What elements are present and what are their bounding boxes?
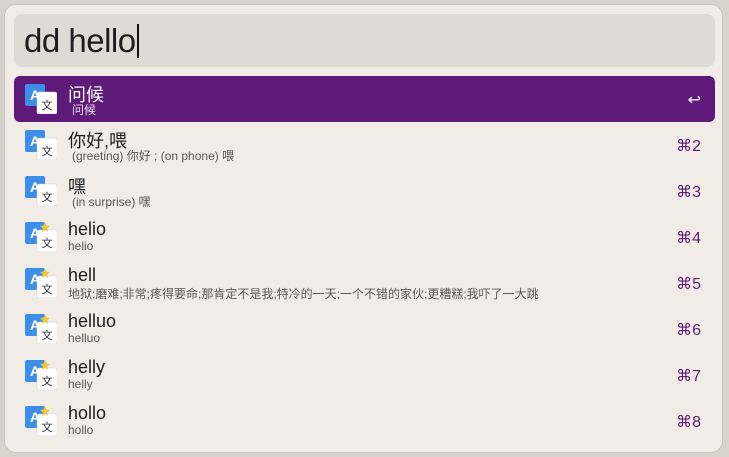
- translate-icon: A 文: [25, 84, 57, 114]
- translate-star-icon: A 文: [25, 360, 57, 390]
- svg-text:A: A: [30, 317, 40, 333]
- translate-icon: A 文: [25, 130, 57, 160]
- translate-star-icon: A 文: [25, 222, 57, 252]
- result-row[interactable]: A 文 hollo hollo ⌘8: [14, 398, 715, 444]
- search-bar[interactable]: dd hello: [14, 14, 715, 67]
- result-row[interactable]: A 文 helly helly ⌘7: [14, 352, 715, 398]
- result-row[interactable]: A 文 嘿 (in surprise) 嘿 ⌘3: [14, 168, 715, 214]
- result-title: helio: [68, 219, 107, 239]
- result-row[interactable]: A 文 helluo helluo ⌘6: [14, 306, 715, 352]
- svg-text:A: A: [30, 87, 40, 103]
- search-input[interactable]: dd hello: [24, 22, 136, 60]
- svg-text:文: 文: [42, 328, 53, 342]
- svg-text:文: 文: [42, 420, 53, 434]
- svg-text:文: 文: [42, 374, 53, 388]
- result-subtitle: 地狱;磨难;非常;疼得要命;那肯定不是我;特冷的一天;一个不错的家伙;更糟糕;我…: [68, 287, 539, 301]
- result-subtitle: (in surprise) 嘿: [72, 195, 151, 209]
- result-title: hell: [68, 265, 97, 285]
- results-list: A 文 问候 问候 ↩ A 文 你好,喂 (greeting) 你好 ; (on…: [14, 76, 715, 444]
- result-row[interactable]: A 文 hell 地狱;磨难;非常;疼得要命;那肯定不是我;特冷的一天;一个不错…: [14, 260, 715, 306]
- svg-text:A: A: [30, 179, 40, 195]
- result-subtitle: helluo: [68, 331, 101, 345]
- shortcut-hint: ⌘5: [676, 276, 701, 293]
- result-title: helluo: [68, 311, 117, 331]
- shortcut-hint: ⌘8: [676, 414, 701, 431]
- result-subtitle: (greeting) 你好 ; (on phone) 喂: [72, 149, 235, 163]
- shortcut-hint: ⌘6: [676, 322, 701, 339]
- shortcut-hint: ⌘4: [676, 230, 701, 247]
- result-subtitle: hollo: [68, 423, 94, 437]
- translate-icon: A 文: [25, 176, 57, 206]
- translate-star-icon: A 文: [25, 406, 57, 436]
- translate-star-icon: A 文: [25, 314, 57, 344]
- svg-text:文: 文: [42, 236, 53, 250]
- result-row[interactable]: A 文 helio helio ⌘4: [14, 214, 715, 260]
- shortcut-hint: ⌘2: [676, 138, 701, 155]
- svg-text:A: A: [30, 271, 40, 287]
- result-subtitle: helio: [68, 239, 94, 253]
- shortcut-hint: ⌘7: [676, 368, 701, 385]
- svg-text:文: 文: [42, 190, 53, 204]
- result-subtitle: helly: [68, 377, 93, 391]
- svg-text:文: 文: [42, 282, 53, 296]
- svg-text:A: A: [30, 409, 40, 425]
- result-title: hollo: [68, 403, 107, 423]
- svg-text:文: 文: [42, 98, 53, 112]
- shortcut-hint: ⌘3: [676, 184, 701, 201]
- svg-text:A: A: [30, 133, 40, 149]
- result-subtitle: 问候: [72, 103, 97, 117]
- svg-text:A: A: [30, 225, 40, 241]
- result-row[interactable]: A 文 你好,喂 (greeting) 你好 ; (on phone) 喂 ⌘2: [14, 122, 715, 168]
- result-title: helly: [68, 357, 106, 377]
- svg-text:A: A: [30, 363, 40, 379]
- translate-star-icon: A 文: [25, 268, 57, 298]
- result-row[interactable]: A 文 问候 问候 ↩: [14, 76, 715, 122]
- svg-text:文: 文: [42, 144, 53, 158]
- return-key-hint: ↩: [687, 92, 701, 109]
- launcher-window: dd hello A 文 问候 问候 ↩ A 文 你好,喂 (greeting): [4, 4, 723, 453]
- text-caret: [136, 23, 139, 58]
